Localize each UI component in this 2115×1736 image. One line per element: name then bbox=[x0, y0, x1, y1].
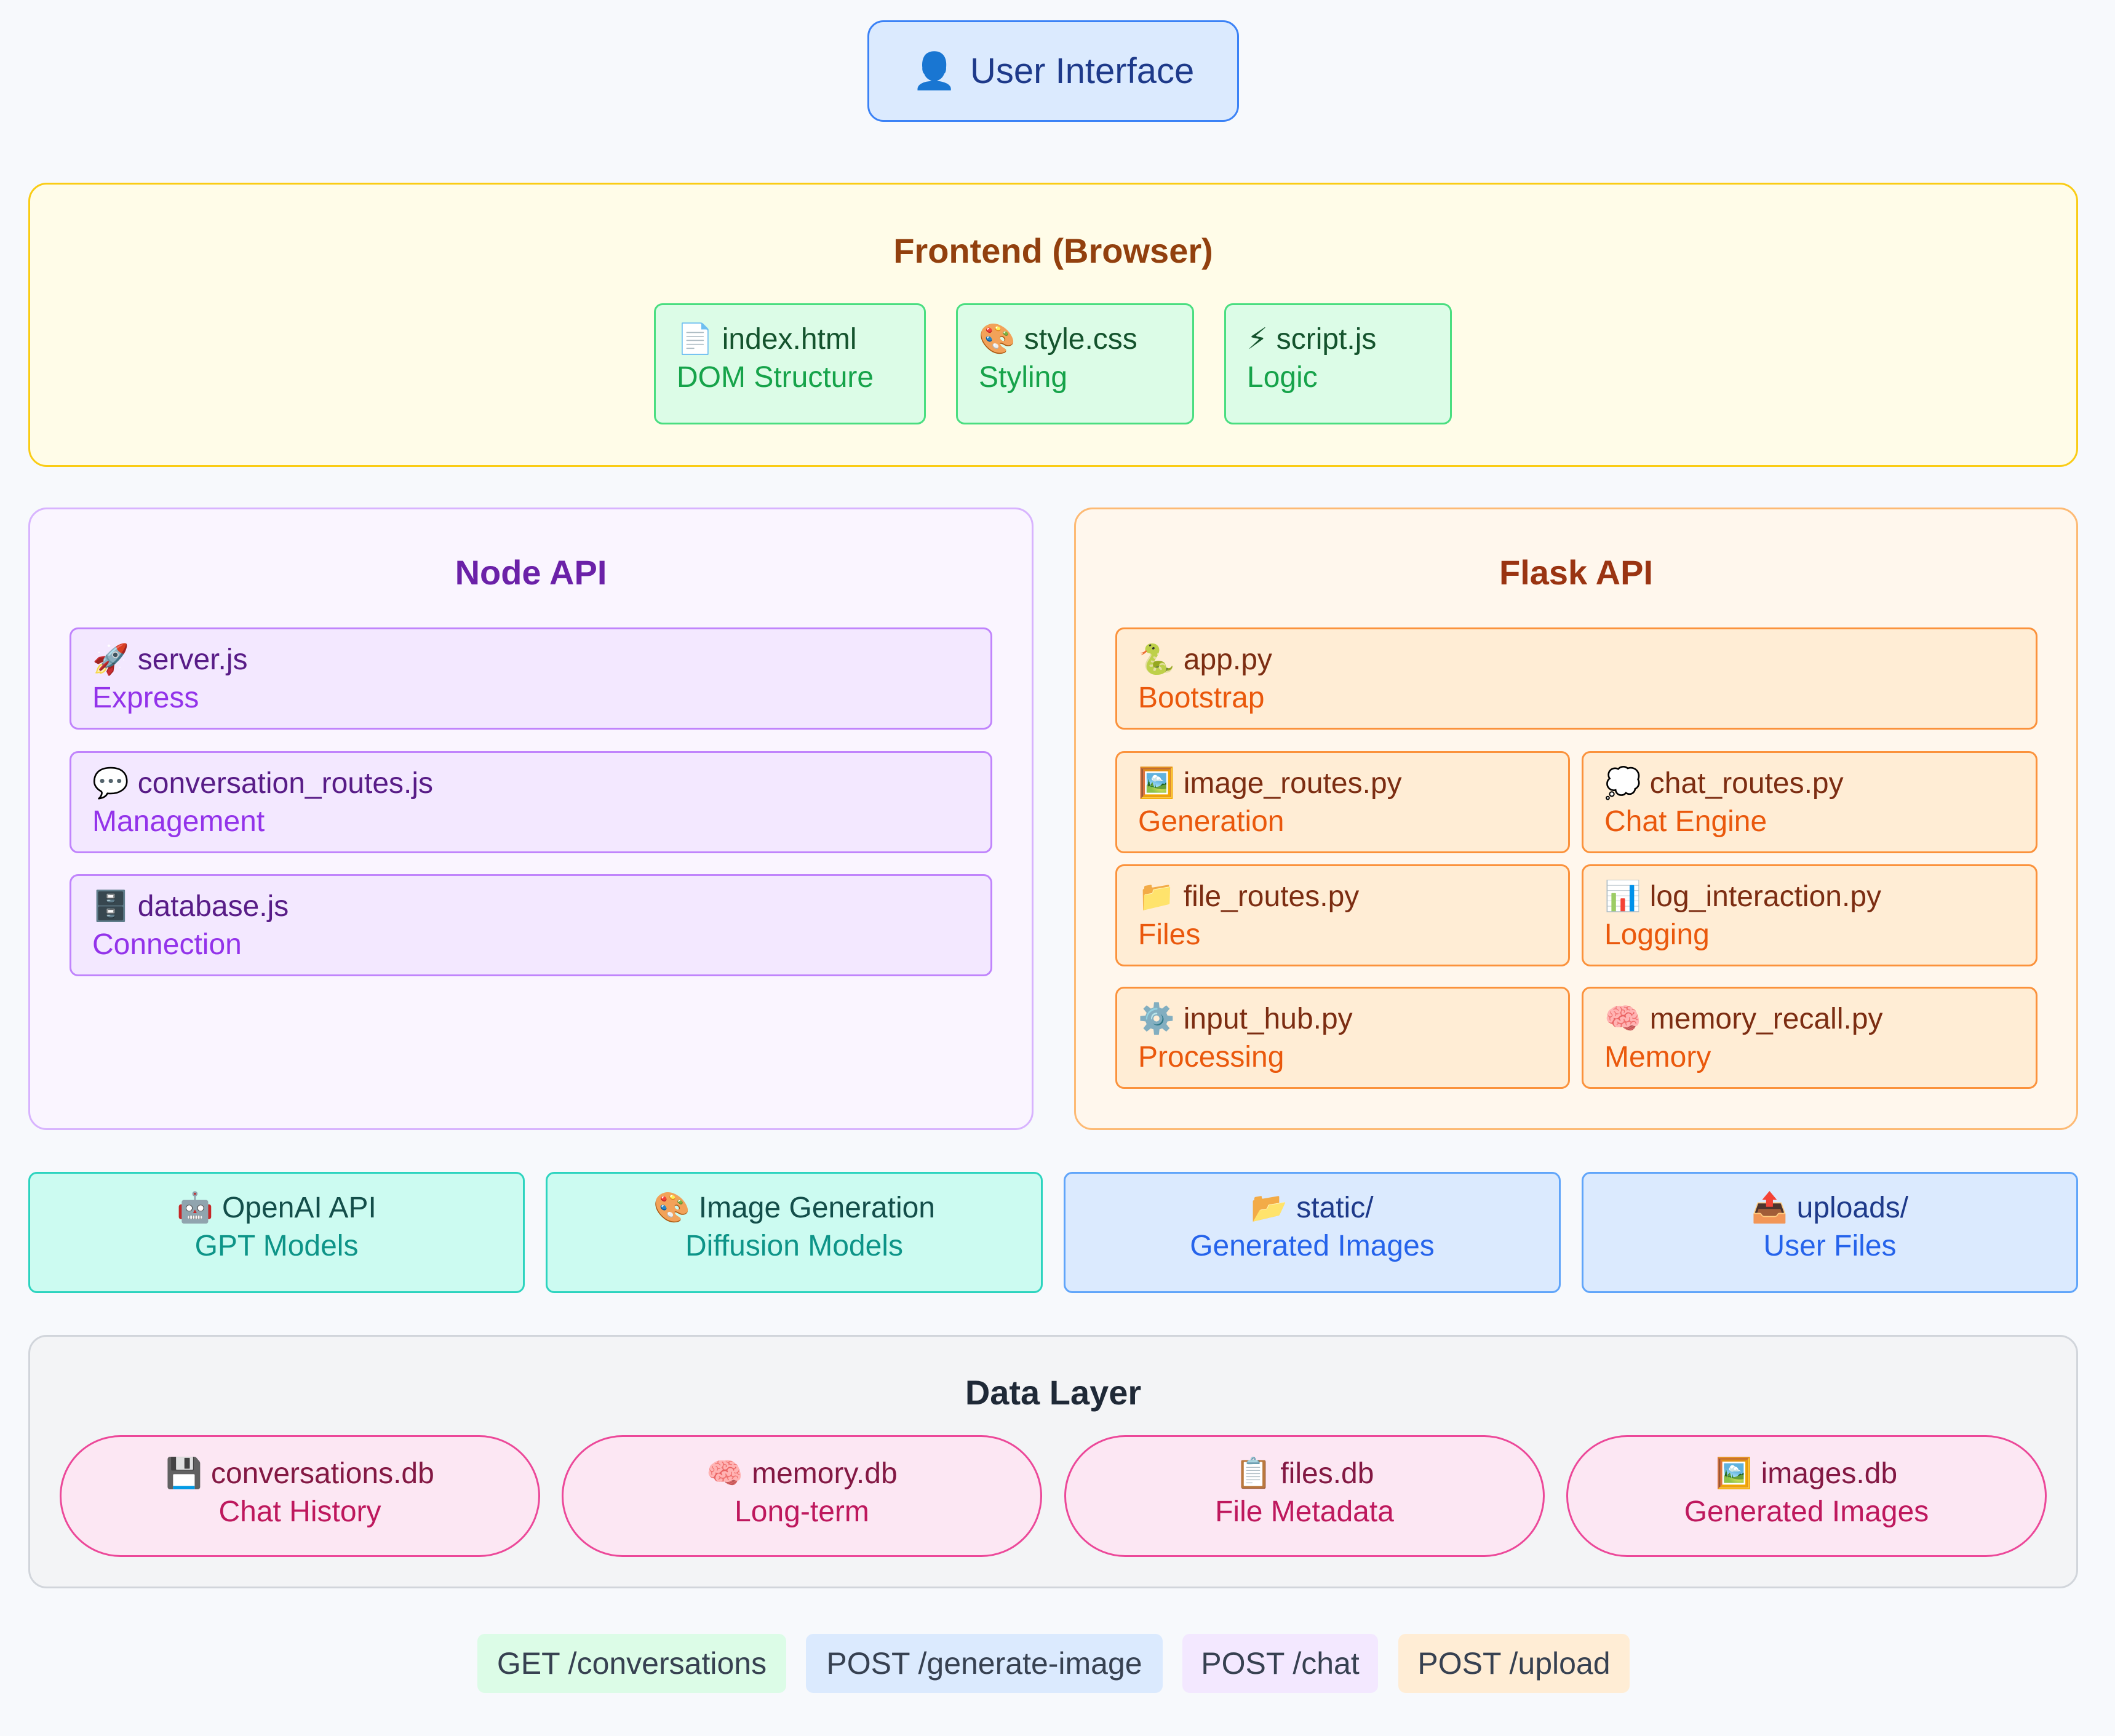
user-interface-label: User Interface bbox=[970, 51, 1195, 91]
gear-icon: ⚙️ bbox=[1138, 1003, 1175, 1035]
file-cabinet-icon: 🗄️ bbox=[92, 890, 129, 923]
db-name: images.db bbox=[1761, 1457, 1898, 1490]
thought-bubble-icon: 💭 bbox=[1604, 767, 1641, 800]
card-name: image_routes.py bbox=[1183, 767, 1402, 800]
snake-icon: 🐍 bbox=[1138, 643, 1175, 676]
service-name: OpenAI API bbox=[221, 1192, 376, 1224]
card-description: Management bbox=[92, 805, 265, 838]
frontend-card-script-js: ⚡ script.js Logic bbox=[1224, 303, 1452, 424]
flask-card-file-routes: 📁 file_routes.py Files bbox=[1115, 864, 1570, 966]
user-interface-node: 👤 User Interface bbox=[867, 20, 1239, 122]
db-name: memory.db bbox=[752, 1457, 898, 1490]
framed-picture-icon: 🖼️ bbox=[1138, 767, 1175, 800]
node-card-server-js: 🚀 server.js Express bbox=[70, 627, 992, 730]
flask-card-chat-routes: 💭 chat_routes.py Chat Engine bbox=[1582, 751, 2037, 853]
user-silhouette-icon: 👤 bbox=[912, 50, 957, 91]
card-description: Memory bbox=[1604, 1041, 1711, 1073]
card-name: memory_recall.py bbox=[1649, 1003, 1883, 1035]
flask-card-app-py: 🐍 app.py Bootstrap bbox=[1115, 627, 2037, 730]
frontend-card-style-css: 🎨 style.css Styling bbox=[956, 303, 1194, 424]
card-name: file_routes.py bbox=[1183, 880, 1360, 913]
flask-card-log-interaction: 📊 log_interaction.py Logging bbox=[1582, 864, 2037, 966]
card-description: Generation bbox=[1138, 805, 1285, 838]
page-icon: 📄 bbox=[677, 323, 714, 356]
node-api-title: Node API bbox=[455, 553, 607, 592]
data-layer-title: Data Layer bbox=[965, 1373, 1142, 1412]
endpoint-get-conversations: GET /conversations bbox=[477, 1634, 786, 1693]
card-name: log_interaction.py bbox=[1649, 880, 1882, 913]
card-description: DOM Structure bbox=[677, 361, 874, 394]
card-description: Files bbox=[1138, 918, 1201, 951]
card-name: style.css bbox=[1024, 323, 1137, 356]
service-openai-api: 🤖 OpenAI API GPT Models bbox=[28, 1172, 525, 1293]
service-image-generation: 🎨 Image Generation Diffusion Models bbox=[546, 1172, 1043, 1293]
service-description: User Files bbox=[1763, 1230, 1897, 1262]
card-name: app.py bbox=[1183, 643, 1272, 676]
card-description: Styling bbox=[979, 361, 1068, 394]
palette-icon: 🎨 bbox=[653, 1192, 690, 1224]
speech-bubble-icon: 💬 bbox=[92, 767, 129, 800]
palette-icon: 🎨 bbox=[979, 323, 1016, 356]
card-name: chat_routes.py bbox=[1649, 767, 1844, 800]
framed-picture-icon: 🖼️ bbox=[1715, 1457, 1753, 1490]
db-description: Chat History bbox=[218, 1495, 381, 1528]
bar-chart-icon: 📊 bbox=[1604, 880, 1641, 913]
card-name: index.html bbox=[722, 323, 857, 356]
card-description: Processing bbox=[1138, 1041, 1285, 1073]
card-description: Express bbox=[92, 682, 199, 714]
folder-icon: 📁 bbox=[1138, 880, 1175, 913]
db-description: Long-term bbox=[735, 1495, 869, 1528]
robot-icon: 🤖 bbox=[177, 1192, 213, 1224]
db-memory: 🧠 memory.db Long-term bbox=[562, 1435, 1042, 1557]
service-description: Generated Images bbox=[1190, 1230, 1435, 1262]
endpoint-post-generate-image: POST /generate-image bbox=[806, 1634, 1163, 1693]
db-name: files.db bbox=[1280, 1457, 1374, 1490]
card-name: input_hub.py bbox=[1183, 1003, 1353, 1035]
frontend-card-index-html: 📄 index.html DOM Structure bbox=[654, 303, 926, 424]
db-conversations: 💾 conversations.db Chat History bbox=[60, 1435, 540, 1557]
card-name: database.js bbox=[137, 890, 289, 923]
lightning-icon: ⚡ bbox=[1247, 323, 1268, 356]
outbox-tray-icon: 📤 bbox=[1751, 1192, 1788, 1224]
service-description: Diffusion Models bbox=[685, 1230, 903, 1262]
db-files: 📋 files.db File Metadata bbox=[1064, 1435, 1545, 1557]
service-name: Image Generation bbox=[698, 1192, 935, 1224]
db-description: File Metadata bbox=[1215, 1495, 1394, 1528]
db-images: 🖼️ images.db Generated Images bbox=[1566, 1435, 2047, 1557]
db-description: Generated Images bbox=[1684, 1495, 1929, 1528]
flask-card-memory-recall: 🧠 memory_recall.py Memory bbox=[1582, 987, 2037, 1089]
node-card-conversation-routes: 💬 conversation_routes.js Management bbox=[70, 751, 992, 853]
frontend-title: Frontend (Browser) bbox=[893, 231, 1213, 270]
service-uploads-folder: 📤 uploads/ User Files bbox=[1582, 1172, 2078, 1293]
floppy-disk-icon: 💾 bbox=[165, 1457, 202, 1490]
node-card-database-js: 🗄️ database.js Connection bbox=[70, 874, 992, 976]
card-name: script.js bbox=[1276, 323, 1377, 356]
endpoint-post-upload: POST /upload bbox=[1398, 1634, 1630, 1693]
card-description: Chat Engine bbox=[1604, 805, 1767, 838]
flask-card-input-hub: ⚙️ input_hub.py Processing bbox=[1115, 987, 1570, 1089]
brain-icon: 🧠 bbox=[1604, 1003, 1641, 1035]
card-description: Logging bbox=[1604, 918, 1710, 951]
card-description: Bootstrap bbox=[1138, 682, 1265, 714]
service-static-folder: 📂 static/ Generated Images bbox=[1064, 1172, 1561, 1293]
rocket-icon: 🚀 bbox=[92, 643, 129, 676]
flask-card-image-routes: 🖼️ image_routes.py Generation bbox=[1115, 751, 1570, 853]
brain-icon: 🧠 bbox=[706, 1457, 744, 1490]
card-description: Logic bbox=[1247, 361, 1318, 394]
service-name: static/ bbox=[1296, 1192, 1374, 1224]
card-name: conversation_routes.js bbox=[137, 767, 434, 800]
card-description: Connection bbox=[92, 928, 242, 961]
open-folder-icon: 📂 bbox=[1251, 1192, 1288, 1224]
endpoint-post-chat: POST /chat bbox=[1182, 1634, 1378, 1693]
clipboard-icon: 📋 bbox=[1235, 1457, 1272, 1490]
card-name: server.js bbox=[137, 643, 248, 676]
flask-api-title: Flask API bbox=[1499, 553, 1654, 592]
service-description: GPT Models bbox=[194, 1230, 359, 1262]
db-name: conversations.db bbox=[210, 1457, 434, 1490]
service-name: uploads/ bbox=[1796, 1192, 1909, 1224]
